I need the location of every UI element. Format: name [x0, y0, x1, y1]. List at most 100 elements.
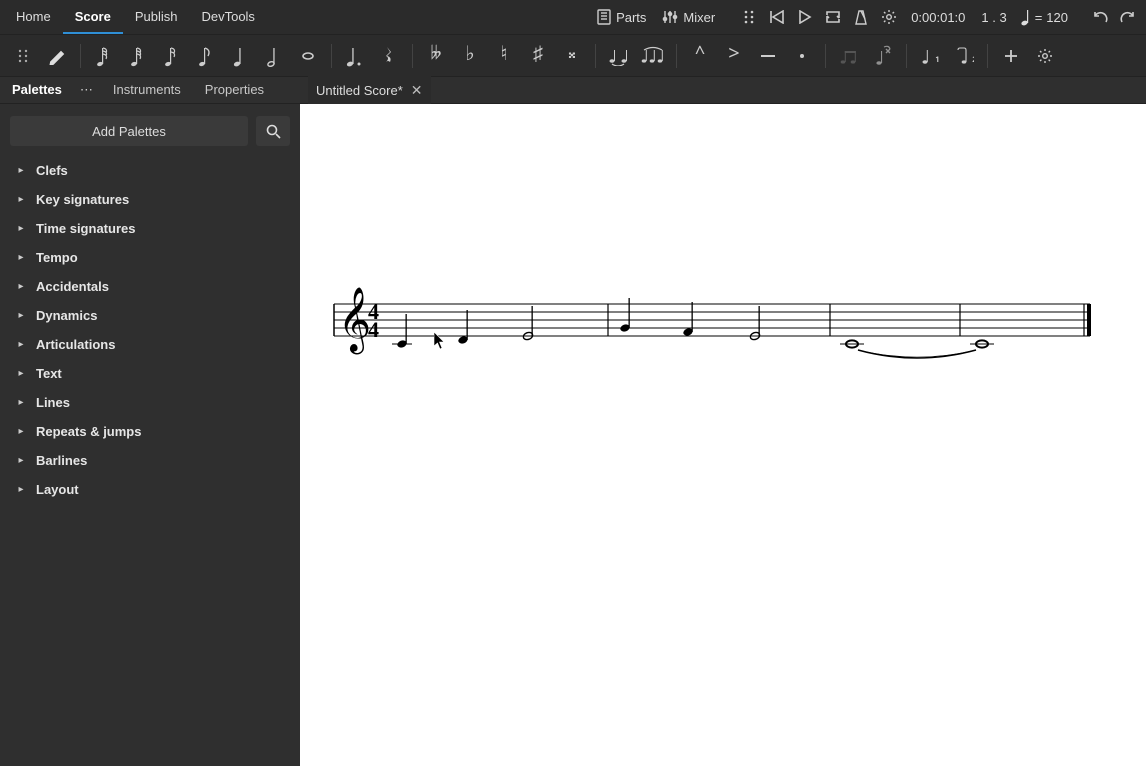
- panel-tab-properties[interactable]: Properties: [193, 76, 276, 104]
- palette-item-label: Clefs: [36, 163, 68, 178]
- rest-button[interactable]: [372, 39, 406, 73]
- panel-tab-instruments[interactable]: Instruments: [101, 76, 193, 104]
- close-document-button[interactable]: ✕: [411, 82, 423, 99]
- toolbar-drag-handle[interactable]: [6, 39, 40, 73]
- palette-item-label: Tempo: [36, 250, 78, 265]
- palette-item-clefs[interactable]: ▸ Clefs: [10, 156, 290, 185]
- palette-item-text[interactable]: ▸Text: [10, 359, 290, 388]
- slur-button[interactable]: [636, 39, 670, 73]
- search-icon: [266, 124, 281, 139]
- tempo-display[interactable]: = 120: [1015, 8, 1074, 26]
- duration-64th-button[interactable]: [87, 39, 121, 73]
- accent-button[interactable]: >: [717, 39, 751, 73]
- loop-button[interactable]: [819, 3, 847, 31]
- flip-button[interactable]: [866, 39, 900, 73]
- voice-1-button[interactable]: 1: [913, 39, 947, 73]
- duration-8th-button[interactable]: [189, 39, 223, 73]
- duration-whole-button[interactable]: [291, 39, 325, 73]
- chevron-right-icon: ▸: [16, 339, 26, 350]
- add-button[interactable]: [994, 39, 1028, 73]
- tenuto-icon: [761, 54, 775, 58]
- toolbar-settings-button[interactable]: [1028, 39, 1062, 73]
- undo-button[interactable]: [1086, 3, 1114, 31]
- nav-tab-publish[interactable]: Publish: [123, 0, 190, 34]
- palette-item-label: Time signatures: [36, 221, 135, 236]
- panel-more-button[interactable]: ⋯: [74, 82, 101, 98]
- palette-item-time-signatures[interactable]: ▸ Time signatures: [10, 214, 290, 243]
- tenuto-button[interactable]: [751, 39, 785, 73]
- palette-item-dynamics[interactable]: ▸Dynamics: [10, 301, 290, 330]
- voice-1-icon: 1: [921, 46, 939, 66]
- palette-item-label: Accidentals: [36, 279, 109, 294]
- palette-item-articulations[interactable]: ▸ Articulations: [10, 330, 290, 359]
- panel-tab-palettes[interactable]: Palettes: [0, 76, 74, 104]
- gear-icon: [1037, 48, 1053, 64]
- staccato-icon: [799, 53, 805, 59]
- score-canvas[interactable]: 𝄞 4 4: [300, 104, 1146, 766]
- note-input-mode-button[interactable]: [40, 39, 74, 73]
- nav-tab-devtools[interactable]: DevTools: [189, 0, 266, 34]
- bar-beat: 1 . 3: [973, 10, 1014, 25]
- note-whole-icon: [300, 50, 316, 62]
- mixer-button[interactable]: Mixer: [654, 0, 723, 34]
- duration-half-button[interactable]: [257, 39, 291, 73]
- voice-2-button[interactable]: 2: [947, 39, 981, 73]
- palette-item-layout[interactable]: ▸Layout: [10, 475, 290, 504]
- search-palettes-button[interactable]: [256, 116, 290, 146]
- palette-item-barlines[interactable]: ▸Barlines: [10, 446, 290, 475]
- playback-settings-button[interactable]: [875, 3, 903, 31]
- tuplet-button[interactable]: [832, 39, 866, 73]
- nav-tab-score[interactable]: Score: [63, 0, 123, 34]
- note-64th-icon: [96, 44, 112, 68]
- tempo-value: 120: [1046, 10, 1068, 25]
- palette-item-accidentals[interactable]: ▸ Accidentals: [10, 272, 290, 301]
- sharp-button[interactable]: ♯: [521, 39, 555, 73]
- gear-icon: [881, 9, 897, 25]
- chevron-right-icon: ▸: [16, 223, 26, 234]
- parts-icon: [597, 9, 611, 25]
- undo-icon: [1092, 10, 1108, 24]
- staccato-button[interactable]: [785, 39, 819, 73]
- dot-button[interactable]: [338, 39, 372, 73]
- palette-list: ▸Clefs▸Key signatures▸Time signatures▸Te…: [10, 156, 290, 504]
- duration-16th-button[interactable]: [155, 39, 189, 73]
- chevron-right-icon: ▸: [16, 194, 26, 205]
- redo-button[interactable]: [1114, 3, 1142, 31]
- metronome-icon: [854, 9, 868, 25]
- duration-quarter-button[interactable]: [223, 39, 257, 73]
- rewind-icon: [769, 10, 785, 24]
- palette-item-lines[interactable]: ▸Lines: [10, 388, 290, 417]
- grip-icon: [18, 49, 28, 63]
- tie-button[interactable]: [602, 39, 636, 73]
- parts-button[interactable]: Parts: [589, 0, 654, 34]
- add-palettes-button[interactable]: Add Palettes: [10, 116, 248, 146]
- palette-item-repeats-jumps[interactable]: ▸Repeats & jumps: [10, 417, 290, 446]
- flip-icon: [874, 45, 892, 67]
- metronome-button[interactable]: [847, 3, 875, 31]
- mixer-label: Mixer: [683, 10, 715, 25]
- play-button[interactable]: [791, 3, 819, 31]
- chevron-right-icon: ▸: [16, 281, 26, 292]
- note-16th-icon: [164, 44, 180, 68]
- duration-32nd-button[interactable]: [121, 39, 155, 73]
- main-content: Add Palettes ▸Clefs▸Key signatures▸Time …: [0, 104, 1146, 766]
- double-flat-button[interactable]: 𝄫: [419, 39, 453, 73]
- double-sharp-button[interactable]: 𝄪: [555, 39, 589, 73]
- palette-item-label: Articulations: [36, 337, 115, 352]
- clef-glyph: 𝄞: [338, 287, 371, 354]
- flat-button[interactable]: ♭: [453, 39, 487, 73]
- svg-text:1: 1: [932, 53, 939, 66]
- tie-icon: [607, 46, 631, 66]
- palette-item-tempo[interactable]: ▸Tempo: [10, 243, 290, 272]
- drag-handle-playback[interactable]: [735, 3, 763, 31]
- mixer-icon: [662, 9, 678, 25]
- chevron-right-icon: ▸: [16, 165, 26, 176]
- natural-button[interactable]: ♮: [487, 39, 521, 73]
- redo-icon: [1120, 10, 1136, 24]
- nav-tab-home[interactable]: Home: [4, 0, 63, 34]
- marcato-button[interactable]: ^: [683, 39, 717, 73]
- chevron-right-icon: ▸: [16, 484, 26, 495]
- document-tab[interactable]: Untitled Score* ✕: [308, 76, 430, 104]
- rewind-button[interactable]: [763, 3, 791, 31]
- palette-item-key-signatures[interactable]: ▸Key signatures: [10, 185, 290, 214]
